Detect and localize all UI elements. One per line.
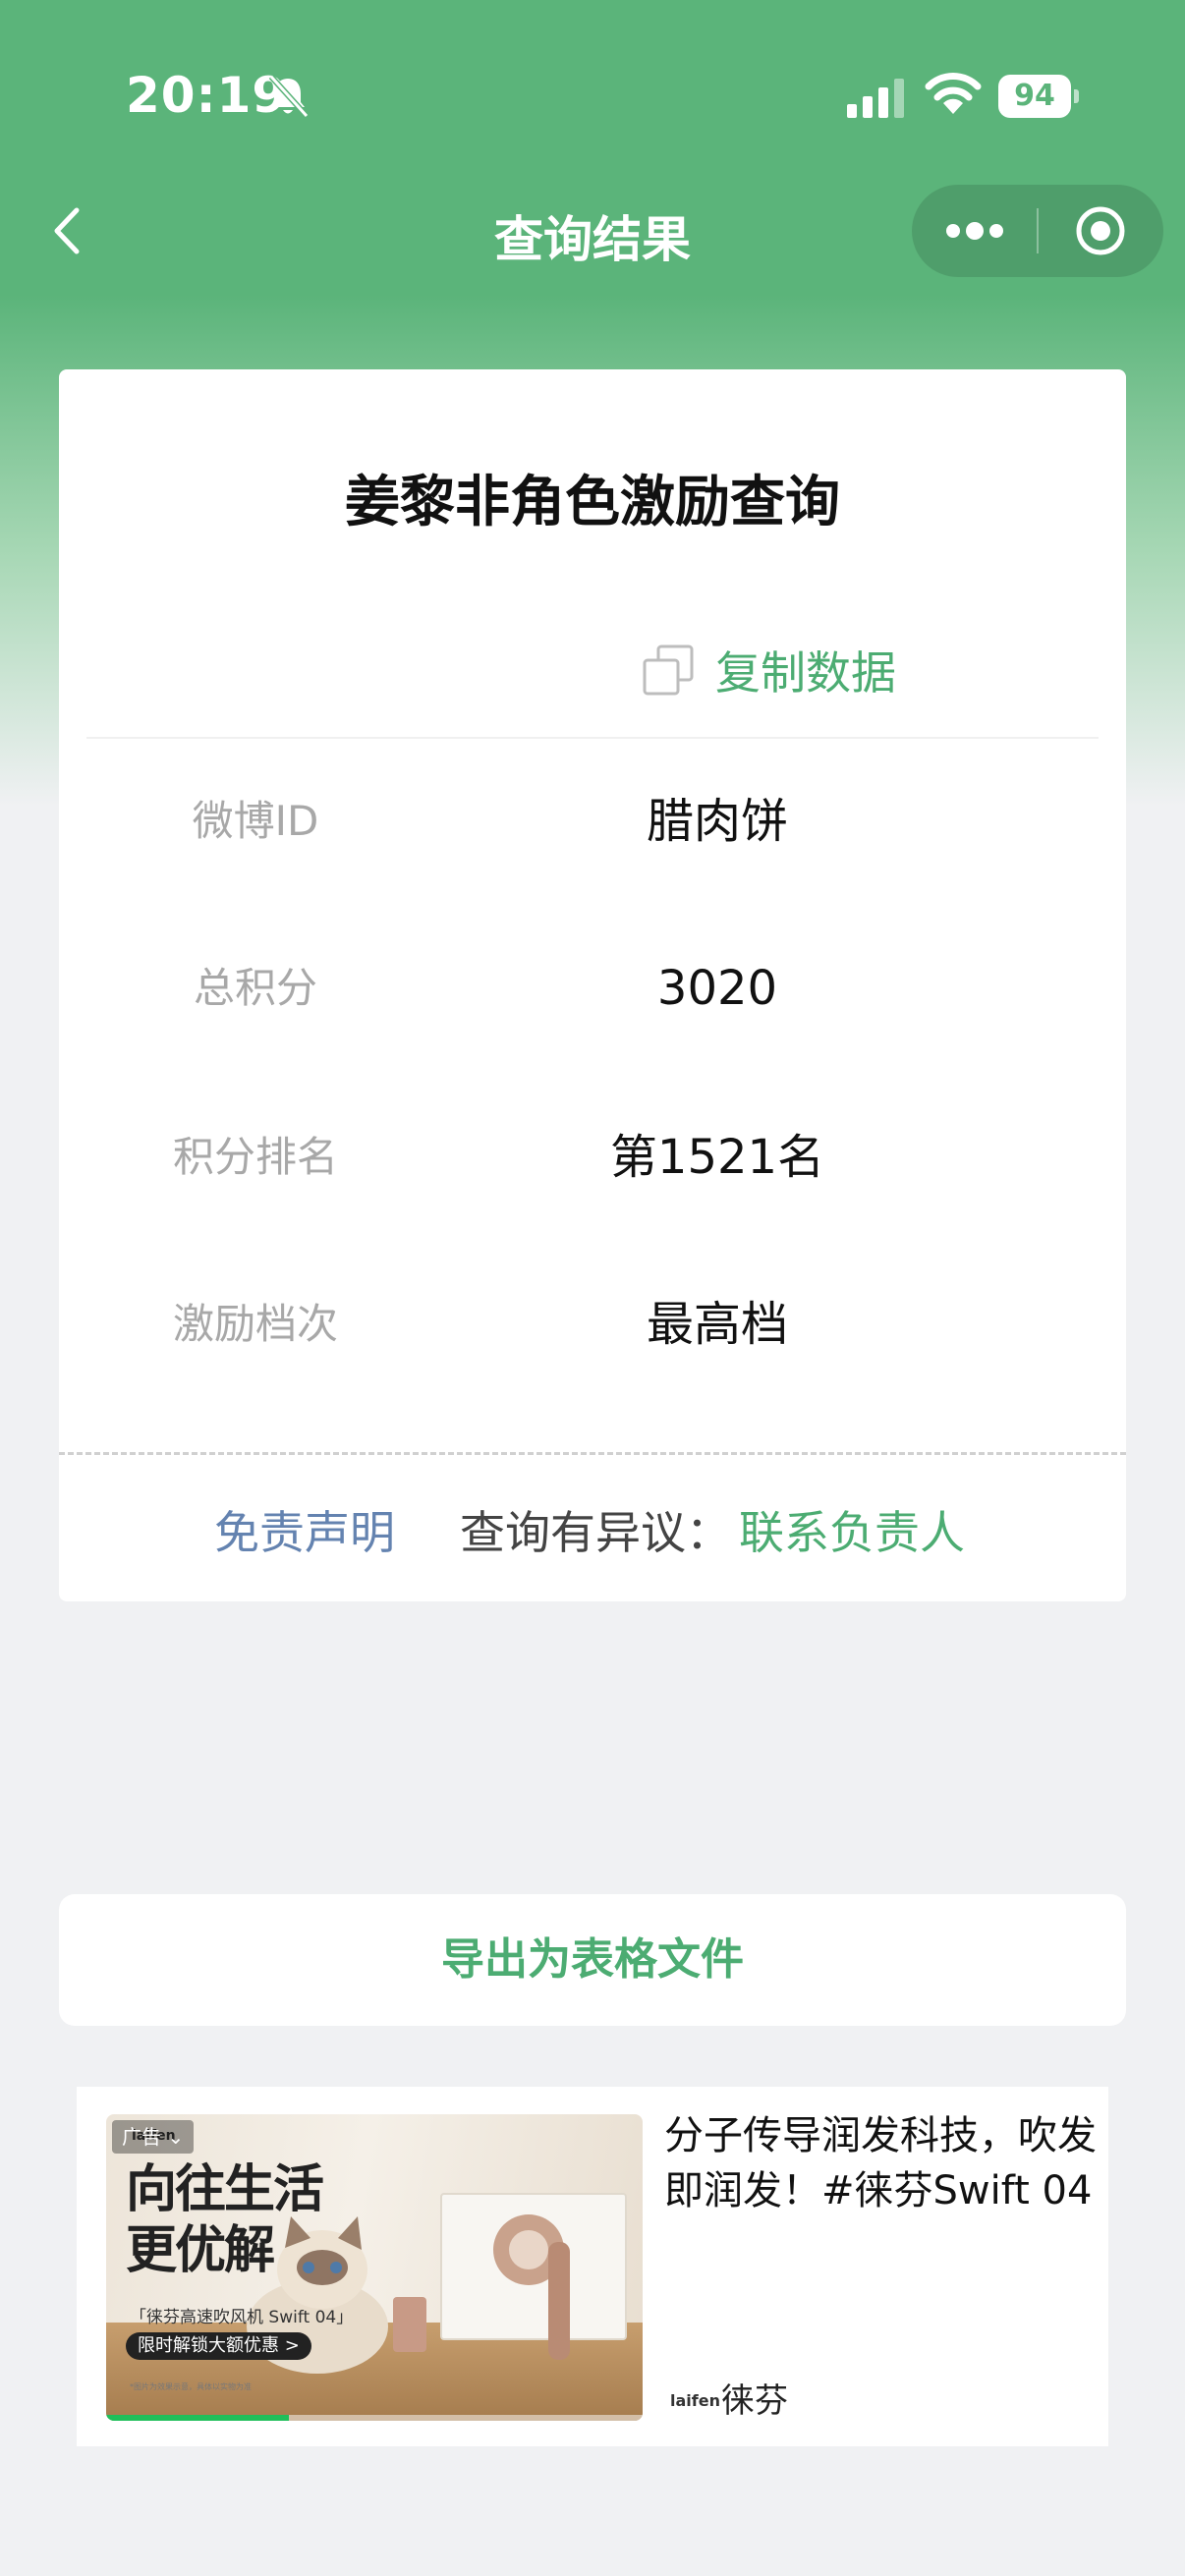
status-bar: 20:19 94: [0, 0, 1185, 187]
ad-description[interactable]: 分子传导润发科技，吹发即润发！#徕芬Swift 04: [664, 2108, 1097, 2218]
contact-owner-link[interactable]: 联系负责人: [739, 1497, 965, 1562]
divider: [86, 737, 1099, 739]
ad-image-headline: 向往生活 更优解: [126, 2160, 324, 2280]
ad-fine-print: *图片为效果示意，具体以实物为准: [130, 2382, 252, 2391]
ad-progress-fill: [106, 2415, 289, 2421]
export-spreadsheet-button[interactable]: 导出为表格文件: [59, 1894, 1126, 2026]
ad-cta-pill[interactable]: 限时解锁大额优惠 >: [126, 2332, 311, 2360]
ad-tag[interactable]: 广告 ⌄: [112, 2120, 195, 2154]
row-value: 第1521名: [609, 1130, 825, 1185]
ad-image[interactable]: laifen 向往生活 更优解 「徕芬高速吹风机 Swift 04」 限时解锁大…: [106, 2114, 643, 2421]
ad-banner[interactable]: laifen 向往生活 更优解 「徕芬高速吹风机 Swift 04」 限时解锁大…: [77, 2087, 1108, 2446]
row-value: 最高档: [646, 1297, 788, 1352]
ad-brand-logo: laifen: [670, 2391, 720, 2410]
status-time: 20:19: [126, 67, 288, 124]
row-value: 3020: [656, 961, 778, 1016]
hair-dryer-graphic: [493, 2214, 570, 2360]
ad-brand-name: 徕芬: [721, 2381, 788, 2421]
dispute-label: 查询有异议：: [460, 1506, 731, 1559]
battery-level: 94: [998, 75, 1071, 118]
copy-data-button[interactable]: 复制数据: [641, 639, 896, 701]
info-row-total-points: 总积分 3020: [59, 939, 1126, 1037]
result-card: 姜黎非角色激励查询 复制数据 微博ID 腊肉饼 总积分 3020 积分排名 第1…: [59, 369, 1126, 1601]
bell-slash-icon: [268, 74, 310, 119]
info-row-weibo-id: 微博ID 腊肉饼: [59, 772, 1126, 870]
ad-image-subtitle: 「徕芬高速吹风机 Swift 04」: [130, 2308, 354, 2327]
row-value: 腊肉饼: [646, 794, 788, 849]
wifi-icon: [925, 73, 982, 114]
close-miniprogram-icon[interactable]: [1038, 185, 1163, 277]
copy-icon: [643, 644, 694, 696]
battery-icon: 94: [998, 75, 1079, 118]
ad-progress-bar: [106, 2415, 643, 2421]
more-dots-icon[interactable]: [912, 185, 1038, 277]
card-footer: 免责声明 查询有异议： 联系负责人: [59, 1452, 1126, 1601]
disclaimer-link[interactable]: 免责声明: [214, 1497, 395, 1562]
info-row-points-rank: 积分排名 第1521名: [59, 1108, 1126, 1206]
copy-data-label: 复制数据: [715, 646, 896, 700]
info-row-reward-tier: 激励档次 最高档: [59, 1275, 1126, 1373]
miniprogram-capsule: [912, 185, 1163, 277]
cellular-signal-icon: [847, 79, 904, 118]
card-title: 姜黎非角色激励查询: [345, 471, 840, 534]
